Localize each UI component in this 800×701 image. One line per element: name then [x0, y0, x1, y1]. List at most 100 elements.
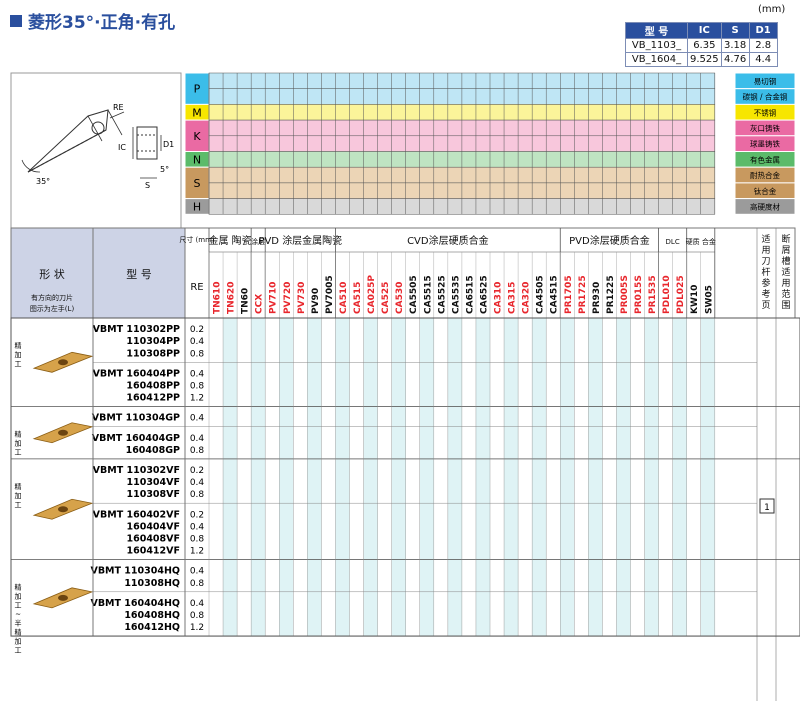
column-stripe — [700, 318, 715, 637]
material-letter: H — [193, 200, 201, 213]
header-shape-label: 形 状 — [39, 267, 65, 281]
header-shape-note: 有方向的刀片 — [31, 293, 73, 302]
material-letter: K — [193, 130, 201, 143]
re-value: 0.8 — [190, 611, 205, 621]
group-finish-label-char: 精 — [15, 628, 22, 637]
chip-label-char: 断 — [781, 233, 790, 245]
chip-label-char: 围 — [781, 300, 790, 311]
group-finish-label-char: 精 — [15, 430, 22, 439]
holder-label-char: 杆 — [761, 266, 770, 278]
header-re-label: RE — [190, 282, 203, 293]
material-letter: S — [194, 177, 201, 190]
column-stripe — [279, 318, 294, 637]
grade-label: KW10 — [690, 285, 700, 314]
model-code: 160408GP — [126, 445, 180, 456]
grade-label: PR1535 — [648, 275, 658, 314]
group-finish-label-char: 精 — [15, 583, 22, 592]
holder-label-char: 适 — [761, 234, 770, 245]
column-stripe — [223, 318, 238, 637]
grade-label: CA6525 — [479, 275, 489, 314]
chip-label-char: 槽 — [781, 255, 790, 267]
re-value: 0.2 — [190, 325, 204, 335]
grade-label: CA310 — [494, 282, 504, 314]
model-code: 160412HQ — [124, 622, 180, 633]
material-letter: P — [194, 83, 201, 96]
grade-label: PR1225 — [606, 275, 616, 314]
material-name: 不锈钢 — [754, 107, 777, 117]
group-label: DLC — [666, 238, 680, 246]
material-name: 易切钢 — [754, 76, 777, 86]
grade-label: PR005S — [620, 275, 630, 314]
chip-label-char: 范 — [781, 288, 790, 300]
grade-label: PR1705 — [564, 275, 574, 314]
group-finish-label-char: 加 — [15, 637, 22, 646]
model-code: 160408PP — [126, 381, 180, 392]
column-stripe — [307, 318, 322, 637]
grade-label: CA320 — [522, 282, 532, 314]
model-code: 160404VF — [126, 521, 180, 532]
insert-hole — [58, 359, 68, 366]
group-finish-label-char: 工 — [15, 602, 22, 610]
re-value: 0.2 — [190, 466, 204, 476]
material-name: 耐热合金 — [750, 170, 780, 180]
re-value: 0.8 — [190, 349, 205, 359]
grade-label: CA510 — [339, 282, 349, 314]
column-stripe — [363, 318, 378, 637]
column-stripe — [335, 318, 350, 637]
re-value: 0.8 — [190, 382, 205, 392]
holder-label-char: 刀 — [761, 257, 770, 267]
material-name: 球墨铸铁 — [750, 139, 780, 149]
material-name: 有色金属 — [750, 154, 780, 164]
holder-label-char: 页 — [761, 300, 770, 311]
insert-diagram: RE IC D1 S 35° 5° — [10, 72, 182, 229]
group-finish-label-char: ~ — [15, 611, 21, 619]
re-value: 1.2 — [190, 394, 204, 404]
group-finish-label-char: 工 — [15, 501, 22, 509]
re-value: 0.4 — [190, 414, 205, 424]
model-code: VBMT 160404PP — [93, 368, 180, 379]
material-name: 高硬度材 — [750, 201, 780, 211]
model-code: VBMT 110302VF — [93, 465, 180, 476]
grade-label: SW05 — [704, 285, 714, 314]
model-code: 160408VF — [126, 534, 180, 545]
model-code: VBMT 110304GP — [92, 413, 180, 424]
grade-label: CA5525 — [437, 275, 447, 314]
group-finish-label-char: 精 — [15, 341, 22, 350]
model-code: 110304VF — [126, 477, 180, 488]
grade-label: CA530 — [395, 282, 405, 314]
re-value: 0.4 — [190, 369, 205, 379]
chip-label-char: 屑 — [781, 245, 790, 256]
model-code: VBMT 160402VF — [93, 509, 180, 520]
grade-label: CA525 — [381, 282, 391, 314]
holder-label-char: 参 — [761, 277, 770, 289]
diagram-d1-label: D1 — [163, 140, 174, 149]
grade-label: PDL025 — [676, 275, 686, 314]
model-code: 110304PP — [126, 336, 180, 347]
group-label: PVD 涂层金属陶瓷 — [258, 234, 342, 247]
grade-label: PR930 — [592, 282, 602, 314]
material-letter: M — [192, 106, 202, 119]
insert-hole — [58, 594, 68, 601]
grade-label: PV7005 — [325, 275, 335, 314]
group-finish-label-char: 加 — [15, 350, 22, 359]
group-finish-label-char: 工 — [15, 449, 22, 457]
grade-label: PV730 — [297, 282, 307, 314]
column-stripe — [447, 318, 462, 637]
group-label: 金属 陶瓷 — [208, 234, 251, 247]
re-value: 0.4 — [190, 599, 205, 609]
grade-label: CA6515 — [465, 275, 475, 314]
re-value: 0.4 — [190, 337, 205, 347]
diagram-re-label: RE — [113, 103, 124, 112]
model-code: 110308HQ — [124, 578, 180, 589]
grade-label: TN610 — [213, 282, 223, 314]
column-stripe — [251, 318, 266, 637]
group-finish-label-char: 工 — [15, 360, 22, 368]
model-code: 160412PP — [126, 393, 180, 404]
column-stripe — [475, 318, 490, 637]
group-label: PVD涂层硬质合金 — [569, 234, 650, 247]
model-code: VBMT 160404GP — [92, 433, 180, 444]
grade-label: CA4505 — [536, 275, 546, 314]
re-value: 0.4 — [190, 434, 205, 444]
model-code: 160412VF — [126, 546, 180, 557]
column-stripe — [588, 318, 603, 637]
